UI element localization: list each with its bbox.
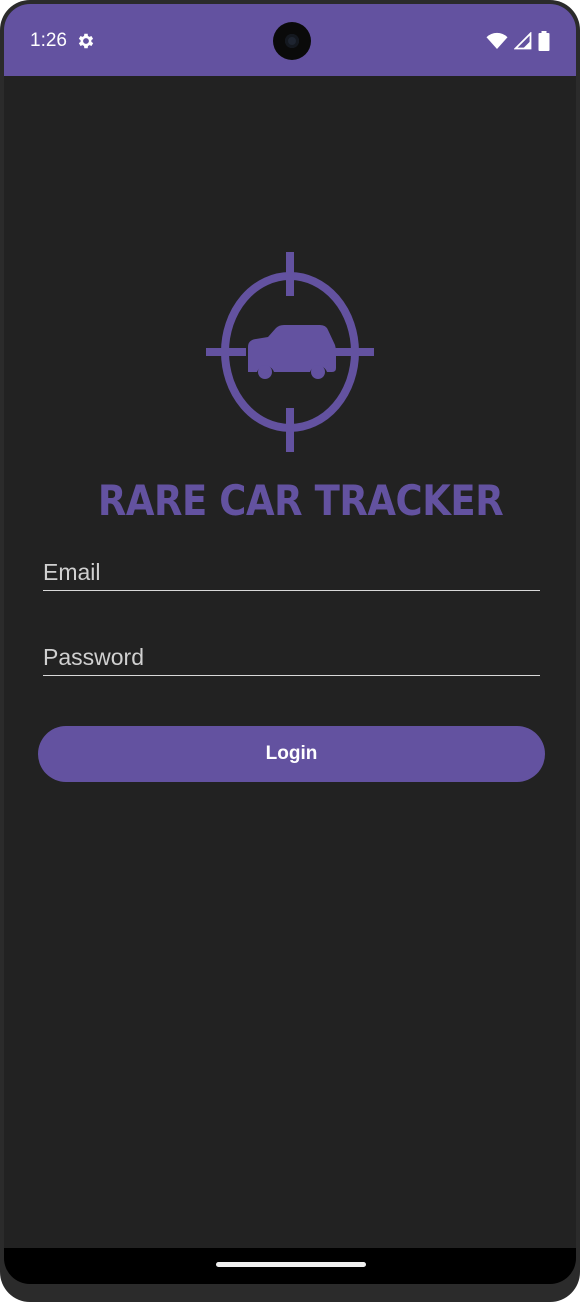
app-title: RARE CAR TRACKER	[97, 476, 504, 525]
login-screen: RARE CAR TRACKER Login	[4, 76, 576, 1248]
front-camera	[273, 22, 311, 60]
home-gesture-handle[interactable]	[216, 1262, 366, 1267]
cell-signal-icon	[514, 32, 532, 50]
gear-icon	[78, 33, 94, 49]
password-field-container	[43, 639, 540, 676]
battery-icon	[538, 31, 550, 51]
navigation-bar	[4, 1248, 576, 1284]
status-time: 1:26	[30, 30, 67, 51]
status-bar: 1:26	[4, 4, 576, 76]
login-button[interactable]: Login	[38, 726, 545, 782]
camera-lens	[285, 34, 299, 48]
password-field[interactable]	[43, 639, 540, 675]
email-field[interactable]	[43, 554, 540, 590]
email-field-container	[43, 554, 540, 591]
wifi-icon	[486, 32, 508, 49]
device-frame: 1:26 RARE CAR TRACKER Email Login	[0, 0, 580, 1302]
screen: 1:26 RARE CAR TRACKER Email Login	[4, 4, 576, 1284]
crosshair-car-logo	[206, 252, 374, 452]
status-icons	[486, 30, 550, 52]
